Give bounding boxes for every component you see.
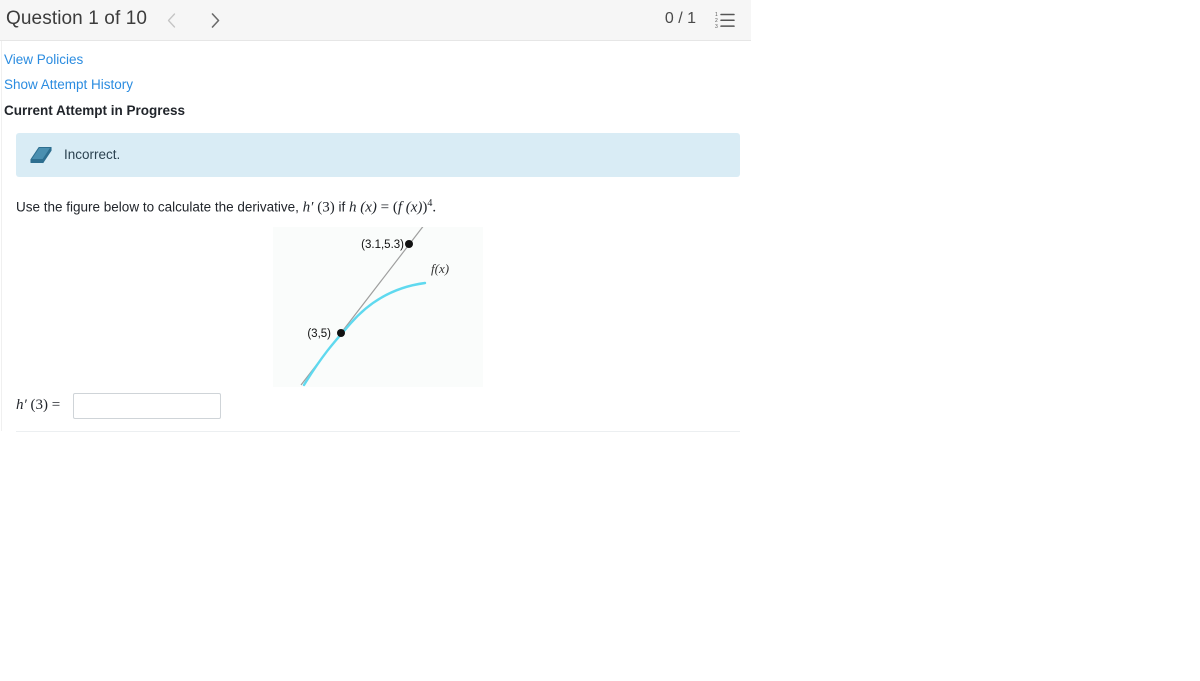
chevron-right-icon: [211, 12, 219, 28]
question-statement: Use the figure below to calculate the de…: [16, 198, 436, 217]
expr-equals: =: [380, 199, 390, 216]
expr-arg-two: (x): [360, 199, 377, 216]
point-label-upper: (3.1,5.3): [361, 239, 404, 251]
question-lead-text: Use the figure below to calculate the de…: [16, 199, 303, 215]
expr-arg-three: (x): [405, 199, 423, 216]
point-label-lower: (3,5): [307, 328, 331, 340]
show-attempt-history-link[interactable]: Show Attempt History: [4, 77, 133, 92]
incorrect-alert: Incorrect.: [16, 133, 740, 177]
curve-label: f(x): [431, 261, 449, 276]
expr-period: .: [432, 199, 437, 216]
question-list-button[interactable]: 1 2 3: [715, 11, 735, 30]
expr-arg-one: (3): [317, 199, 335, 216]
answer-input[interactable]: [73, 393, 221, 419]
alert-message: Incorrect.: [64, 147, 121, 162]
page-title: Question 1 of 10: [6, 8, 148, 29]
previous-question-button[interactable]: [160, 8, 182, 32]
answer-label-arg: (3): [30, 397, 49, 413]
derivative-figure: (3,5) (3.1,5.3) f(x): [273, 227, 483, 387]
answer-label-equals: =: [51, 397, 61, 413]
eraser-icon: [30, 145, 52, 165]
current-attempt-label: Current Attempt in Progress: [4, 103, 186, 118]
view-policies-link[interactable]: View Policies: [4, 52, 83, 67]
ordered-list-icon: 1 2 3: [715, 12, 735, 30]
question-header-bar: Question 1 of 10 0 / 1 1 2 3: [0, 0, 751, 41]
svg-text:3: 3: [715, 24, 718, 29]
chevron-left-icon: [167, 12, 175, 28]
point-marker-lower: [337, 329, 345, 337]
answer-label: h′ (3) =: [16, 397, 60, 414]
section-divider: [16, 431, 740, 432]
question-mid-text: if: [334, 199, 349, 215]
answer-label-fn: h′: [16, 397, 27, 413]
expr-h-prime: h′: [302, 199, 314, 216]
score-display: 0 / 1: [664, 10, 696, 27]
content-left-rule: [1, 41, 2, 431]
point-marker-upper: [405, 240, 413, 248]
figure-canvas: (3,5) (3.1,5.3) f(x): [300, 227, 449, 387]
next-question-button[interactable]: [204, 8, 226, 32]
